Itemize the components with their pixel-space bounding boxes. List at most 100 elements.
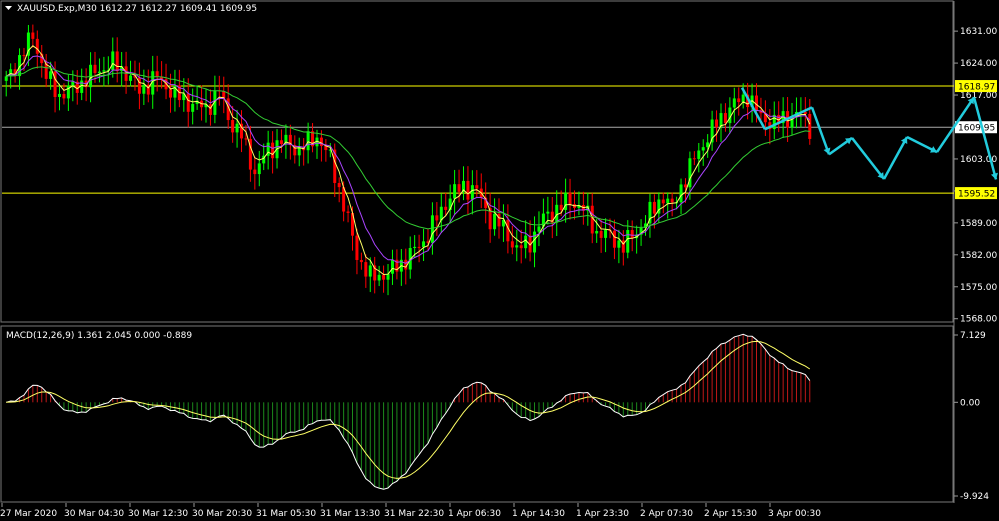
time-tick-label: 3 Apr 00:30 — [768, 509, 821, 519]
candle-body — [235, 123, 239, 133]
level-label: 1595.52 — [958, 190, 995, 200]
candle-body — [364, 262, 368, 277]
level-label: 1618.97 — [958, 83, 995, 93]
candle-body — [497, 213, 501, 227]
macd-line — [6, 333, 811, 490]
candle-body — [413, 246, 417, 248]
candle-body — [590, 205, 594, 234]
candle-body — [604, 229, 608, 238]
candle-body — [537, 226, 541, 232]
macd-signal-line — [6, 340, 811, 479]
candle-body — [475, 185, 479, 189]
candle-body — [595, 230, 599, 234]
candle-body — [701, 147, 705, 151]
candle-body — [772, 114, 776, 130]
macd-lines — [6, 333, 811, 490]
candle-body — [626, 230, 630, 253]
candle-body — [617, 240, 621, 248]
candle-body — [111, 51, 115, 70]
candle-body — [35, 38, 39, 54]
candle-body — [115, 51, 119, 72]
candle-body — [257, 163, 261, 175]
time-tick-label: 2 Apr 07:30 — [640, 509, 693, 519]
candle-body — [97, 71, 101, 74]
candle-body — [382, 274, 386, 280]
macd-tick-label: -9.924 — [960, 492, 989, 502]
candle-body — [732, 98, 736, 108]
candle-body — [515, 245, 519, 248]
trading-chart[interactable]: 1631.001624.001617.001610.001603.001596.… — [0, 0, 999, 521]
candle-body — [368, 265, 372, 277]
candle-body — [679, 184, 683, 203]
candle-body — [377, 274, 381, 281]
time-tick-label: 30 Mar 04:30 — [64, 509, 124, 519]
candle-body — [568, 192, 572, 205]
candle-body — [337, 182, 341, 188]
time-tick-label: 2 Apr 15:30 — [704, 509, 757, 519]
candle-body — [102, 70, 106, 72]
candle-body — [57, 93, 61, 97]
candle-body — [390, 259, 394, 274]
candle-body — [319, 137, 323, 147]
candle-body — [31, 32, 35, 39]
level-label: 1609.95 — [958, 124, 995, 134]
time-tick-label: 1 Apr 06:30 — [448, 509, 501, 519]
candle-body — [466, 180, 470, 200]
candle-body — [470, 185, 474, 200]
time-tick-label: 31 Mar 13:30 — [320, 509, 380, 519]
candle-body — [666, 198, 670, 204]
time-tick-label: 31 Mar 22:30 — [384, 509, 444, 519]
candle-series — [4, 24, 812, 296]
candle-body — [457, 184, 461, 192]
candle-body — [142, 84, 146, 94]
candle-body — [630, 230, 634, 239]
candle-body — [253, 169, 257, 175]
time-tick-label: 27 Mar 2020 — [0, 509, 57, 519]
candle-body — [444, 206, 448, 210]
candle-body — [493, 213, 497, 230]
candle-body — [49, 71, 53, 79]
candle-body — [697, 150, 701, 159]
moving-average-line — [6, 66, 810, 230]
candle-body — [129, 75, 133, 81]
time-tick-label: 31 Mar 05:30 — [256, 509, 316, 519]
time-tick-label: 30 Mar 20:30 — [192, 509, 252, 519]
time-axis: 27 Mar 2020 30 Mar 04:30 30 Mar 12:30 30 Ma… — [0, 503, 821, 519]
candle-body — [737, 98, 741, 103]
candle-body — [652, 201, 656, 214]
candle-body — [4, 76, 8, 81]
price-tick-label: 1631.00 — [960, 27, 997, 37]
candle-body — [244, 138, 248, 140]
time-tick-label: 30 Mar 12:30 — [128, 509, 188, 519]
forecast-segment — [972, 96, 998, 180]
candle-body — [62, 93, 66, 99]
time-tick-label: 1 Apr 23:30 — [576, 509, 629, 519]
candle-body — [279, 140, 283, 145]
candle-body — [71, 81, 75, 86]
candle-body — [191, 103, 195, 112]
candle-body — [422, 241, 426, 248]
candle-body — [22, 55, 26, 57]
candle-body — [670, 198, 674, 203]
triangle-down-icon[interactable] — [5, 6, 12, 10]
candle-body — [271, 142, 275, 159]
forecast-segment — [882, 136, 909, 180]
macd-header: MACD(12,26,9) 1.361 2.045 0.000 -0.889 — [6, 331, 192, 341]
price-tick-label: 1575.00 — [960, 283, 997, 293]
candle-body — [533, 231, 537, 253]
candle-body — [683, 184, 687, 188]
candle-body — [430, 215, 434, 243]
candle-body — [612, 230, 616, 248]
price-tick-label: 1624.00 — [960, 59, 997, 69]
candle-body — [723, 113, 727, 124]
price-axis: 1631.001624.001617.001610.001603.001596.… — [954, 27, 997, 325]
candle-body — [417, 246, 421, 248]
candle-body — [519, 245, 523, 249]
candle-body — [346, 211, 350, 213]
price-pane-frame — [0, 0, 954, 323]
candle-body — [661, 199, 665, 204]
forecast-segment — [810, 106, 831, 155]
candle-body — [559, 204, 563, 210]
macd-tick-label: 0.00 — [960, 398, 980, 408]
candle-body — [168, 89, 172, 98]
